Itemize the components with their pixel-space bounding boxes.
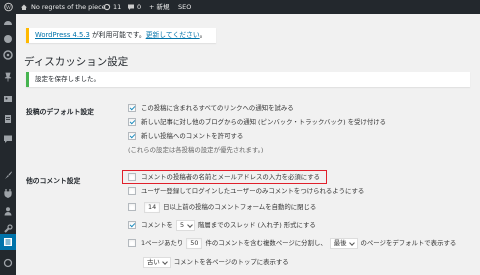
update-notice: WordPress 4.5.3 が利用可能です。更新してください。 [26, 28, 216, 43]
threaded-prefix: コメントを [141, 221, 173, 229]
comment-order-select[interactable]: 古い [143, 256, 171, 268]
comments-icon[interactable] [127, 0, 135, 14]
settings-saved-notice: 設定を保存しました。 [26, 72, 470, 87]
checkbox-require-name-email[interactable] [128, 173, 136, 181]
option-allow-pingbacks: 新しい記事に対し他のブログからの通知 (ピンバック・トラックバック) を受け付け… [128, 116, 386, 128]
checkbox-paginate[interactable] [128, 239, 136, 247]
new-content-menu[interactable]: + 新規 [149, 0, 170, 14]
site-name-link[interactable]: No regrets of the piece [31, 0, 106, 14]
seo-menu[interactable]: SEO [178, 0, 191, 14]
option-label[interactable]: 新しい記事に対し他のブログからの通知 (ピンバック・トラックバック) を受け付け… [141, 116, 386, 128]
option-label[interactable]: ユーザー登録してログインしたユーザーのみコメントをつけられるようにする [141, 185, 364, 197]
option-attempt-notify: この投稿に含まれるすべてのリンクへの通知を試みる [128, 102, 294, 114]
default-post-settings-note: (これらの設定は各投稿の設定が優先されます。) [128, 146, 264, 154]
paginate-prefix: 1ページあたり [141, 239, 184, 247]
default-post-settings-label: 投稿のデフォルト設定 [26, 108, 94, 116]
admin-sidebar [0, 14, 16, 275]
settings-icon[interactable] [3, 237, 13, 247]
updates-icon[interactable] [103, 0, 111, 14]
option-auto-close: 14 日以上前の投稿のコメントフォームを自動的に閉じる [128, 201, 316, 213]
appearance-icon[interactable] [3, 170, 13, 180]
comments-menu-icon[interactable] [3, 134, 13, 144]
default-page-select[interactable]: 最後 [329, 237, 358, 249]
wordpress-logo-icon[interactable]: W [4, 0, 13, 14]
checkbox-auto-close[interactable] [128, 203, 136, 211]
settings-submenu-icon[interactable] [3, 258, 13, 268]
thread-depth-select[interactable]: 5 [175, 219, 196, 231]
wordpress-version-link[interactable]: WordPress 4.5.3 [35, 31, 90, 39]
plugins-icon[interactable] [3, 188, 13, 198]
page-title: ディスカッション設定 [24, 56, 129, 68]
option-paginate: 1ページあたり 50 件のコメントを含む複数ページに分割し、 最後 のページをデ… [128, 237, 456, 249]
notice-available-text: が利用可能です。 [89, 31, 146, 39]
users-icon[interactable] [3, 206, 13, 216]
paginate-middle: 件のコメントを含む複数ページに分割し、 [205, 239, 327, 247]
checkbox-allow-comments[interactable] [128, 132, 136, 140]
home-icon[interactable] [20, 0, 28, 14]
option-registered-only: ユーザー登録してログインしたユーザーのみコメントをつけられるようにする [128, 185, 364, 197]
option-allow-comments: 新しい投稿へのコメントを許可する [128, 130, 243, 142]
posts-pin-icon[interactable] [3, 72, 13, 82]
chevron-down-icon [163, 258, 168, 267]
updates-count[interactable]: 11 [113, 0, 121, 14]
chevron-down-icon [187, 221, 192, 230]
dashboard-icon[interactable] [3, 18, 13, 28]
checkbox-registered-only[interactable] [128, 187, 136, 195]
option-require-name-email: コメントの投稿者の名前とメールアドレスの入力を必須にする [128, 171, 320, 183]
notice-end: 。 [199, 31, 207, 39]
comment-order-value: 古い [147, 257, 160, 266]
update-now-link[interactable]: 更新してください [146, 31, 200, 39]
paginate-suffix: のページをデフォルトで表示する [360, 239, 457, 247]
option-threaded: コメントを 5 階層までのスレッド (入れ子) 形式にする [128, 219, 316, 231]
thread-depth-value: 5 [179, 220, 185, 229]
checkbox-allow-pingbacks[interactable] [128, 118, 136, 126]
checkbox-threaded[interactable] [128, 221, 136, 229]
option-label[interactable]: コメントの投稿者の名前とメールアドレスの入力を必須にする [141, 171, 320, 183]
chevron-down-icon [350, 239, 355, 248]
pages-icon[interactable] [3, 114, 13, 124]
seo-icon[interactable] [3, 50, 13, 60]
checkbox-attempt-notify[interactable] [128, 104, 136, 112]
default-page-value: 最後 [333, 238, 347, 247]
option-comment-order: 古い コメントを各ページのトップに表示する [140, 256, 289, 268]
comments-count[interactable]: 0 [137, 0, 141, 14]
option-label[interactable]: 新しい投稿へのコメントを許可する [141, 130, 243, 142]
comments-per-page-input[interactable]: 50 [186, 237, 203, 249]
option-label[interactable]: この投稿に含まれるすべてのリンクへの通知を試みる [141, 102, 294, 114]
option-label: 日以上前の投稿のコメントフォームを自動的に閉じる [163, 203, 317, 211]
admin-bar: W No regrets of the piece 11 0 + 新規 SEO [0, 0, 480, 14]
close-days-input[interactable]: 14 [144, 201, 161, 213]
threaded-suffix: 階層までのスレッド (入れ子) 形式にする [198, 221, 316, 229]
media-icon[interactable] [3, 94, 13, 104]
other-comment-settings-label: 他のコメント設定 [26, 177, 81, 185]
tools-icon[interactable] [3, 224, 13, 234]
comment-order-suffix: コメントを各ページのトップに表示する [173, 258, 289, 266]
svg-text:W: W [6, 5, 12, 11]
jetpack-icon[interactable] [3, 34, 13, 44]
